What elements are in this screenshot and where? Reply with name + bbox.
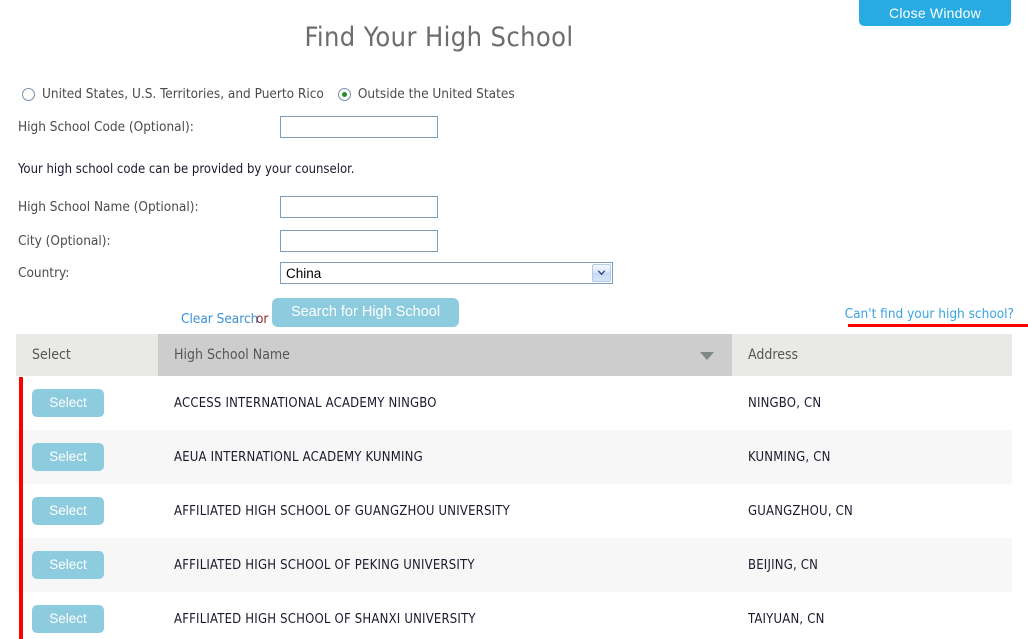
table-cell-school-name: ACCESS INTERNATIONAL ACADEMY NINGBO [158, 376, 732, 430]
select-school-button[interactable]: Select [32, 605, 104, 633]
close-window-button[interactable]: Close Window [859, 0, 1011, 26]
sort-descending-icon[interactable] [700, 352, 714, 360]
radio-option-outside-us[interactable]: Outside the United States [337, 86, 515, 102]
location-scope-radio-group: United States, U.S. Territories, and Pue… [22, 86, 515, 102]
high-school-code-note: Your high school code can be provided by… [18, 162, 355, 177]
table-row: Select AFFILIATED HIGH SCHOOL OF PEKING U… [16, 538, 1012, 592]
table-row: Select ACCESS INTERNATIONAL ACADEMY NINGB… [16, 376, 1012, 430]
select-school-button[interactable]: Select [32, 497, 104, 525]
city-label: City (Optional): [18, 233, 111, 249]
table-cell-select: Select [16, 592, 158, 639]
column-header-high-school-name-label: High School Name [174, 347, 290, 363]
high-school-name-label: High School Name (Optional): [18, 199, 199, 215]
radio-option-united-states[interactable]: United States, U.S. Territories, and Pue… [22, 86, 324, 102]
high-school-name-row: High School Name (Optional): [18, 196, 658, 218]
high-school-code-input[interactable] [280, 116, 438, 138]
high-school-code-label: High School Code (Optional): [18, 119, 194, 135]
table-header-row: Select High School Name Address [16, 334, 1012, 376]
table-cell-select: Select [16, 538, 158, 592]
column-header-address[interactable]: Address [732, 334, 1012, 376]
find-high-school-page: Close Window Find Your High School Unite… [0, 0, 1028, 639]
country-selected-value: China [286, 265, 322, 281]
table-cell-school-name: AEUA INTERNATIONL ACADEMY KUNMING [158, 430, 732, 484]
high-school-code-row: High School Code (Optional): [18, 116, 658, 138]
table-cell-address: NINGBO, CN [732, 376, 1012, 430]
table-row: Select AFFILIATED HIGH SCHOOL OF SHANXI U… [16, 592, 1012, 639]
high-school-name-input[interactable] [280, 196, 438, 218]
table-cell-address: TAIYUAN, CN [732, 592, 1012, 639]
select-school-button[interactable]: Select [32, 443, 104, 471]
table-cell-select: Select [16, 484, 158, 538]
column-header-high-school-name[interactable]: High School Name [158, 334, 732, 376]
chevron-down-icon[interactable] [592, 264, 611, 282]
country-select[interactable]: China [280, 262, 613, 284]
table-cell-address: BEIJING, CN [732, 538, 1012, 592]
table-cell-select: Select [16, 430, 158, 484]
column-header-select[interactable]: Select [16, 334, 158, 376]
high-school-results-table: Select High School Name Address Select AC… [16, 334, 1012, 639]
table-cell-address: KUNMING, CN [732, 430, 1012, 484]
table-row: Select AEUA INTERNATIONL ACADEMY KUNMING K… [16, 430, 1012, 484]
table-cell-school-name: AFFILIATED HIGH SCHOOL OF GUANGZHOU UNIV… [158, 484, 732, 538]
table-cell-school-name: AFFILIATED HIGH SCHOOL OF SHANXI UNIVERS… [158, 592, 732, 639]
table-row: Select AFFILIATED HIGH SCHOOL OF GUANGZHO… [16, 484, 1012, 538]
radio-checked-icon[interactable] [337, 87, 351, 101]
table-cell-school-name: AFFILIATED HIGH SCHOOL OF PEKING UNIVERS… [158, 538, 732, 592]
select-school-button[interactable]: Select [32, 551, 104, 579]
table-cell-select: Select [16, 376, 158, 430]
country-label: Country: [18, 265, 70, 281]
annotation-underline-cant-find [848, 324, 1028, 327]
or-separator: or [256, 311, 269, 327]
country-row: Country: China [18, 262, 658, 284]
radio-label-united-states: United States, U.S. Territories, and Pue… [42, 86, 324, 102]
search-for-high-school-button[interactable]: Search for High School [272, 298, 459, 327]
annotation-vertical-line-select-column [19, 377, 23, 639]
radio-unchecked-icon[interactable] [22, 87, 35, 101]
table-body: Select ACCESS INTERNATIONAL ACADEMY NINGB… [16, 376, 1012, 639]
clear-search-link[interactable]: Clear Search [181, 311, 258, 327]
cant-find-your-high-school-link[interactable]: Can't find your high school? [845, 306, 1014, 322]
select-school-button[interactable]: Select [32, 389, 104, 417]
city-input[interactable] [280, 230, 438, 252]
table-cell-address: GUANGZHOU, CN [732, 484, 1012, 538]
radio-label-outside-us: Outside the United States [357, 86, 515, 102]
page-title: Find Your High School [304, 22, 574, 53]
city-row: City (Optional): [18, 230, 658, 252]
